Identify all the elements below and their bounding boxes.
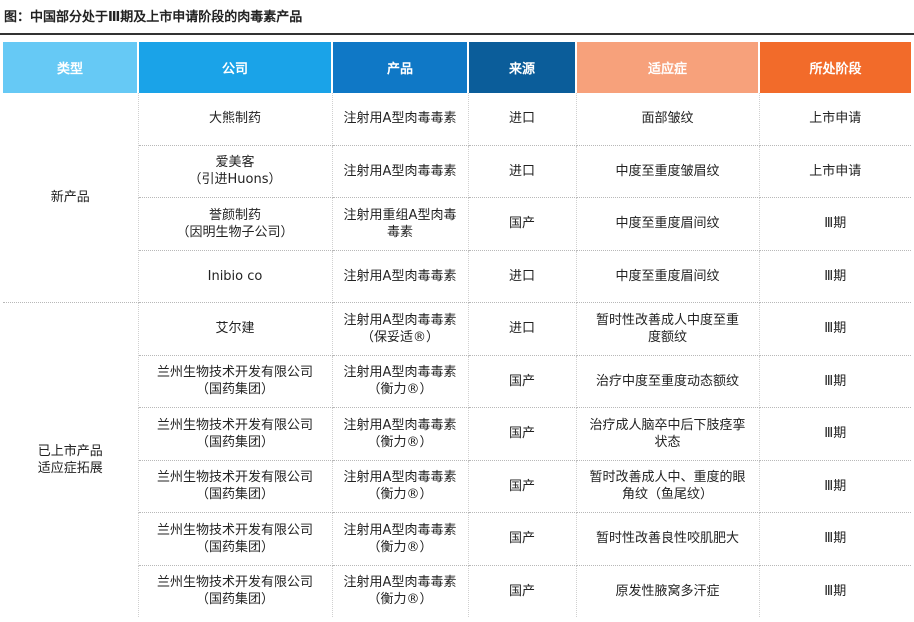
cell-stage: Ⅲ期 <box>759 250 911 303</box>
cell-indication: 治疗中度至重度动态额纹 <box>576 355 760 408</box>
cell-source: 进口 <box>468 145 577 198</box>
table-row: 已上市产品 适应症拓展 艾尔建 注射用A型肉毒毒素 （保妥适®） 进口 暂时性改善成人中度至… <box>3 302 911 617</box>
cell-stage: Ⅲ期 <box>759 197 911 251</box>
table-row: 爱美客 （引进Huons） 注射用A型肉毒毒素 进口 中度至重度皱眉纹 上市申请 <box>3 145 911 198</box>
cell-company: 誉颜制药 （因明生物子公司） <box>138 197 333 251</box>
cell-source: 国产 <box>468 512 577 566</box>
cell-company: 兰州生物技术开发有限公司 （国药集团） <box>138 460 333 513</box>
cell-company: 兰州生物技术开发有限公司 （国药集团） <box>138 407 333 461</box>
cell-stage: Ⅲ期 <box>759 460 911 513</box>
cell-stage: Ⅲ期 <box>824 583 847 599</box>
cell-product: 注射用A型肉毒毒素 <box>332 250 469 303</box>
cell-indication: 面部皱纹 <box>576 93 760 146</box>
cell-indication: 暂时性改善良性咬肌肥大 <box>576 512 760 566</box>
header-source: 来源 <box>468 42 577 93</box>
cell-company: 爱美客 （引进Huons） <box>138 145 333 198</box>
title-divider <box>0 33 914 35</box>
cell-source: 进口 <box>468 250 577 303</box>
cell-source: 国产 <box>468 407 577 461</box>
table-row: 兰州生物技术开发有限公司 （国药集团） 注射用A型肉毒毒素 （衡力®） 国产 暂时改善成人… <box>3 460 911 513</box>
group-indication-expansion: 已上市产品 适应症拓展 <box>3 302 139 617</box>
cell-product: 注射用A型肉毒毒素 （衡力®） <box>332 355 469 408</box>
cell-indication: 中度至重度眉间纹 <box>576 197 760 251</box>
cell-product: 注射用重组A型肉毒 毒素 <box>332 197 469 251</box>
header-type: 类型 <box>3 42 139 93</box>
cell-indication: 中度至重度皱眉纹 <box>576 145 760 198</box>
cell-source: 进口 <box>468 93 577 146</box>
table-row: Inibio co 注射用A型肉毒毒素 进口 中度至重度眉间纹 Ⅲ期 <box>3 250 911 303</box>
cell-product: 注射用A型肉毒毒素 <box>332 145 469 198</box>
cell-stage: Ⅲ期 <box>759 302 911 356</box>
cell-stage: Ⅲ期 <box>759 355 911 408</box>
cell-product: 注射用A型肉毒毒素 （衡力®） <box>332 460 469 513</box>
table-row: 誉颜制药 （因明生物子公司） 注射用重组A型肉毒 毒素 国产 中度至重度眉间纹 Ⅲ期 <box>3 197 911 251</box>
cell-stage: 上市申请 <box>759 145 911 198</box>
table-row: 兰州生物技术开发有限公司 （国药集团） 注射用A型肉毒毒素 （衡力®） 国产 暂时性改善良… <box>3 512 911 566</box>
figure-title: 图：中国部分处于Ⅲ期及上市申请阶段的肉毒素产品 <box>4 10 303 25</box>
cell-company: 艾尔建 <box>138 302 333 356</box>
header-company: 公司 <box>138 42 333 93</box>
cell-product: 注射用A型肉毒毒素 （衡力®） <box>332 565 469 617</box>
botulinum-products-table: 类型 公司 产品 来源 适应症 所处阶段 新产品 大熊制药 注射用A型肉毒毒素 进口面… <box>3 42 911 617</box>
cell-source: 国产 <box>468 565 577 617</box>
header-stage: 所处阶段 <box>759 42 911 93</box>
table-row: 兰州生物技术开发有限公司 （国药集团） 注射用A型肉毒毒素 （衡力®） 国产 原发性腋窝多… <box>3 565 911 617</box>
cell-indication: 暂时改善成人中、重度的眼 角纹（鱼尾纹） <box>576 460 760 513</box>
cell-product: 注射用A型肉毒毒素 （衡力®） <box>332 512 469 566</box>
cell-source: 国产 <box>468 460 577 513</box>
cell-product: 注射用A型肉毒毒素 （保妥适®） <box>332 302 469 356</box>
cell-indication: 中度至重度眉间纹 <box>576 250 760 303</box>
cell-product: 注射用A型肉毒毒素 <box>332 93 469 146</box>
cell-stage: Ⅲ期 <box>759 512 911 566</box>
cell-stage: Ⅲ期 <box>759 407 911 461</box>
cell-company: 大熊制药 <box>138 93 333 146</box>
cell-product: 注射用A型肉毒毒素 （衡力®） <box>332 407 469 461</box>
table-row: 兰州生物技术开发有限公司 （国药集团） 注射用A型肉毒毒素 （衡力®） 国产 治疗成人脑卒… <box>3 407 911 461</box>
cell-source: 国产 <box>468 355 577 408</box>
table-header-row: 类型 公司 产品 来源 适应症 所处阶段 <box>3 42 911 93</box>
table-row: 新产品 大熊制药 注射用A型肉毒毒素 进口 面部皱纹 上市申请 <box>3 93 911 303</box>
header-product: 产品 <box>332 42 469 93</box>
group-new-products: 新产品 <box>3 93 139 303</box>
cell-indication: 治疗成人脑卒中后下肢痉挛 状态 <box>576 407 760 461</box>
header-indication: 适应症 <box>576 42 760 93</box>
table-row: 兰州生物技术开发有限公司 （国药集团） 注射用A型肉毒毒素 （衡力®） 国产 治疗中度至重… <box>3 355 911 408</box>
cell-source: 进口 <box>468 302 577 356</box>
cell-company: Inibio co <box>138 250 333 303</box>
cell-company: 兰州生物技术开发有限公司 （国药集团） <box>138 565 333 617</box>
cell-source: 国产 <box>468 197 577 251</box>
cell-indication: 暂时性改善成人中度至重 度额纹 <box>576 302 760 356</box>
cell-indication: 原发性腋窝多汗症 <box>576 565 760 617</box>
cell-company: 兰州生物技术开发有限公司 （国药集团） <box>138 512 333 566</box>
cell-stage: 上市申请 <box>759 93 911 146</box>
cell-company: 兰州生物技术开发有限公司 （国药集团） <box>138 355 333 408</box>
